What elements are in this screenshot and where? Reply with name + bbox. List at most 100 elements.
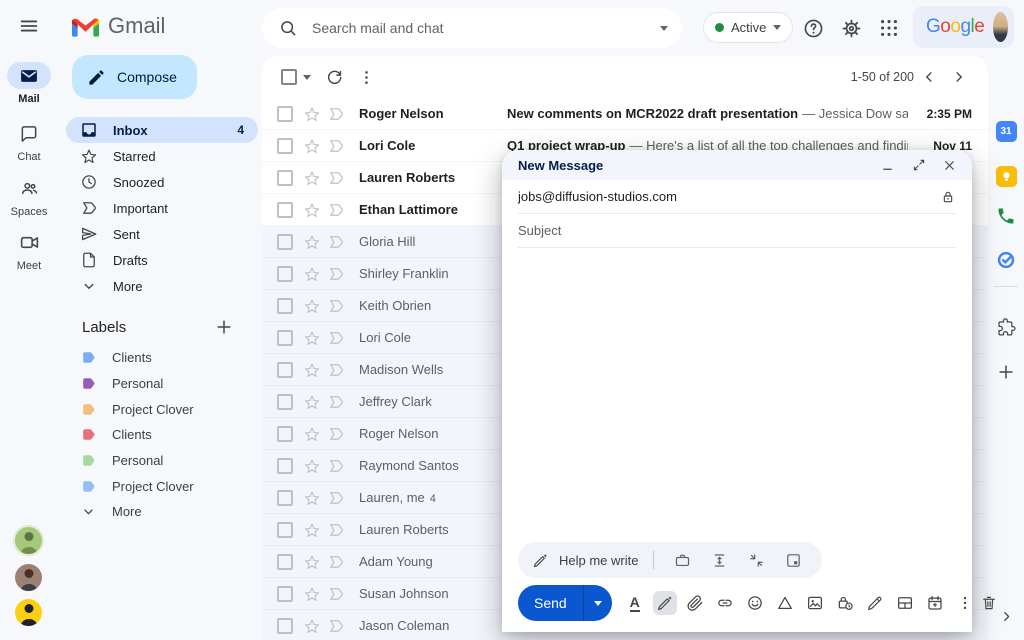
voice-icon[interactable] <box>995 205 1017 227</box>
insert-photo-button[interactable] <box>803 591 827 615</box>
sidebar-label[interactable]: Personal <box>66 371 258 397</box>
important-marker-icon[interactable] <box>327 137 345 155</box>
star-icon[interactable] <box>303 169 321 187</box>
sidebar-label[interactable]: Clients <box>66 422 258 448</box>
sidebar-item-important[interactable]: Important <box>66 195 258 221</box>
important-marker-icon[interactable] <box>327 521 345 539</box>
row-checkbox[interactable] <box>277 521 293 538</box>
insert-emoji-button[interactable] <box>743 591 767 615</box>
important-marker-icon[interactable] <box>327 105 345 123</box>
select-all-checkbox[interactable] <box>281 69 297 85</box>
user-avatar[interactable] <box>993 12 1008 42</box>
apps-grid-button[interactable] <box>876 15 902 41</box>
row-checkbox[interactable] <box>277 489 293 506</box>
star-icon[interactable] <box>303 521 321 539</box>
status-selector[interactable]: Active <box>703 12 794 43</box>
insert-drive-button[interactable] <box>773 591 797 615</box>
contact-avatar[interactable] <box>15 527 42 554</box>
settings-button[interactable] <box>838 15 864 41</box>
star-icon[interactable] <box>303 393 321 411</box>
subject-field[interactable]: Subject <box>518 214 956 248</box>
im-feeling-lucky-icon[interactable] <box>785 552 802 569</box>
help-me-write-button[interactable] <box>652 591 677 615</box>
important-marker-icon[interactable] <box>327 201 345 219</box>
sidebar-item-sent[interactable]: Sent <box>66 221 258 247</box>
compose-button[interactable]: Compose <box>72 55 197 99</box>
row-checkbox[interactable] <box>277 425 293 442</box>
row-checkbox[interactable] <box>277 617 293 634</box>
important-marker-icon[interactable] <box>327 297 345 315</box>
important-marker-icon[interactable] <box>327 393 345 411</box>
shorten-icon[interactable] <box>748 552 765 569</box>
close-icon[interactable] <box>942 158 957 173</box>
row-checkbox[interactable] <box>277 553 293 570</box>
compose-header[interactable]: New Message <box>502 150 972 180</box>
attach-files-button[interactable] <box>683 591 707 615</box>
rail-item-spaces[interactable]: Spaces <box>0 175 58 218</box>
rail-item-chat[interactable]: Chat <box>0 120 58 163</box>
create-label-plus-icon[interactable] <box>214 317 234 337</box>
star-icon[interactable] <box>303 457 321 475</box>
row-checkbox[interactable] <box>277 265 293 282</box>
star-icon[interactable] <box>303 233 321 251</box>
sidebar-label[interactable]: Project Clover <box>66 396 258 422</box>
sidebar-item-drafts[interactable]: Drafts <box>66 247 258 273</box>
rail-item-meet[interactable]: Meet <box>0 229 58 272</box>
star-icon[interactable] <box>303 329 321 347</box>
sidebar-item-snoozed[interactable]: Snoozed <box>66 169 258 195</box>
search-icon[interactable] <box>278 18 298 38</box>
star-icon[interactable] <box>303 489 321 507</box>
insert-signature-button[interactable] <box>863 591 887 615</box>
star-icon[interactable] <box>303 201 321 219</box>
help-me-write-pill[interactable]: Help me write <box>518 542 823 578</box>
sidebar-labels-more[interactable]: More <box>66 499 258 525</box>
google-account-chip[interactable]: Google <box>913 6 1014 48</box>
important-marker-icon[interactable] <box>327 553 345 571</box>
important-marker-icon[interactable] <box>327 425 345 443</box>
important-marker-icon[interactable] <box>327 585 345 603</box>
sidebar-item-more[interactable]: More <box>66 273 258 299</box>
send-button[interactable]: Send <box>518 585 612 621</box>
message-body[interactable] <box>502 248 972 542</box>
send-label[interactable]: Send <box>518 585 583 621</box>
search-options-caret-icon[interactable] <box>660 25 668 31</box>
discard-draft-trash-button[interactable] <box>977 591 1001 615</box>
row-checkbox[interactable] <box>277 329 293 346</box>
star-icon[interactable] <box>303 265 321 283</box>
minimize-icon[interactable] <box>880 158 895 173</box>
schedule-meeting-button[interactable] <box>923 591 947 615</box>
important-marker-icon[interactable] <box>327 329 345 347</box>
older-page-chevron[interactable] <box>944 62 974 92</box>
row-checkbox[interactable] <box>277 105 293 122</box>
more-options-button[interactable] <box>353 64 379 90</box>
star-icon[interactable] <box>303 585 321 603</box>
contact-avatar[interactable] <box>15 599 42 626</box>
star-icon[interactable] <box>303 105 321 123</box>
row-checkbox[interactable] <box>277 169 293 186</box>
star-icon[interactable] <box>303 297 321 315</box>
star-icon[interactable] <box>303 361 321 379</box>
insert-link-button[interactable] <box>713 591 737 615</box>
more-send-options-button[interactable] <box>953 591 977 615</box>
important-marker-icon[interactable] <box>327 233 345 251</box>
confidential-mode-button[interactable] <box>833 591 857 615</box>
search-input[interactable] <box>312 20 660 36</box>
formatting-options-button[interactable]: A <box>623 591 647 615</box>
sidebar-label[interactable]: Clients <box>66 345 258 371</box>
row-checkbox[interactable] <box>277 233 293 250</box>
row-checkbox[interactable] <box>277 297 293 314</box>
rail-item-mail[interactable]: Mail <box>0 62 58 105</box>
row-checkbox[interactable] <box>277 137 293 154</box>
newer-page-chevron[interactable] <box>914 62 944 92</box>
send-options-caret[interactable] <box>582 585 612 621</box>
refresh-button[interactable] <box>321 64 347 90</box>
main-menu-icon[interactable] <box>14 11 44 41</box>
search-bar[interactable] <box>262 8 682 48</box>
email-row[interactable]: Roger Nelson New comments on MCR2022 dra… <box>262 98 988 130</box>
add-panel-plus-icon[interactable] <box>995 361 1017 383</box>
important-marker-icon[interactable] <box>327 617 345 635</box>
star-icon[interactable] <box>303 425 321 443</box>
addons-puzzle-icon[interactable] <box>995 316 1017 338</box>
sidebar-item-inbox[interactable]: Inbox 4 <box>66 117 258 143</box>
popout-icon[interactable] <box>911 158 926 173</box>
